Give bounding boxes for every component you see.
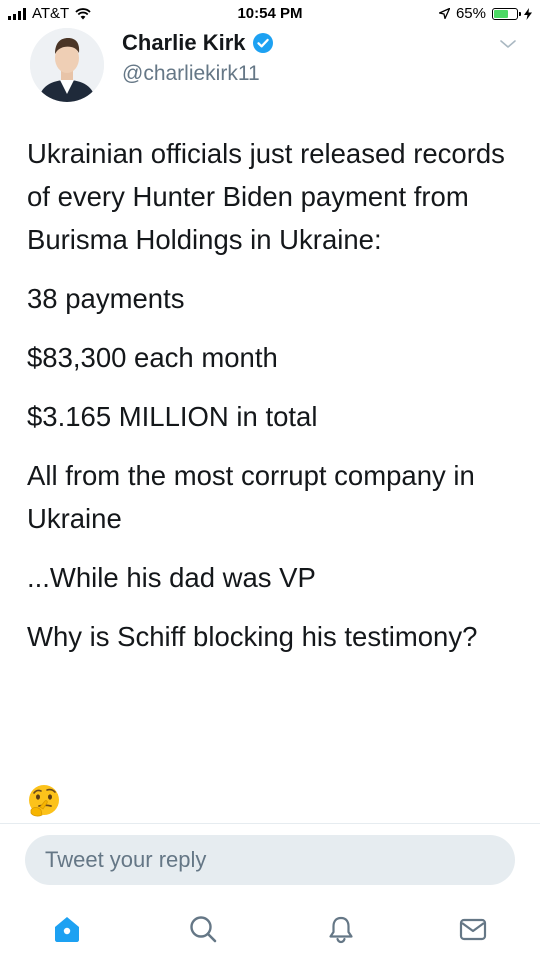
tweet-paragraph: Ukrainian officials just released record… (27, 138, 505, 255)
search-icon[interactable] (188, 914, 218, 944)
thinking-face-icon (29, 785, 59, 817)
tweet-paragraph: All from the most corrupt company in Ukr… (27, 460, 475, 534)
charging-bolt-icon (524, 7, 532, 20)
tweet-paragraph: ...While his dad was VP (27, 562, 316, 593)
avatar[interactable] (30, 28, 104, 102)
chevron-down-icon[interactable] (500, 38, 516, 50)
verified-badge-icon (252, 33, 273, 53)
avatar-image (30, 28, 104, 102)
tab-bar (0, 900, 540, 960)
author-name-row: Charlie Kirk (122, 30, 274, 56)
notifications-icon[interactable] (326, 914, 356, 944)
reply-input[interactable]: Tweet your reply (25, 835, 515, 885)
location-arrow-icon (438, 8, 450, 19)
tweet-paragraph: $3.165 MILLION in total (27, 401, 318, 432)
author-name[interactable]: Charlie Kirk (122, 30, 246, 56)
tweet-paragraph: $83,300 each month (27, 342, 278, 373)
divider (0, 823, 540, 824)
messages-icon[interactable] (458, 914, 488, 944)
status-right: 65% (438, 5, 532, 22)
tweet-paragraph: Why is Schiff blocking his testimony? (27, 621, 478, 652)
home-icon[interactable] (52, 914, 82, 944)
tweet-text: Ukrainian officials just released record… (27, 132, 517, 674)
battery-percent: 65% (455, 5, 486, 22)
author-handle[interactable]: @charliekirk11 (122, 62, 260, 86)
status-bar: AT&T 10:54 PM 65% (0, 0, 540, 28)
tweet-paragraph: 38 payments (27, 283, 185, 314)
battery-icon (492, 7, 521, 20)
